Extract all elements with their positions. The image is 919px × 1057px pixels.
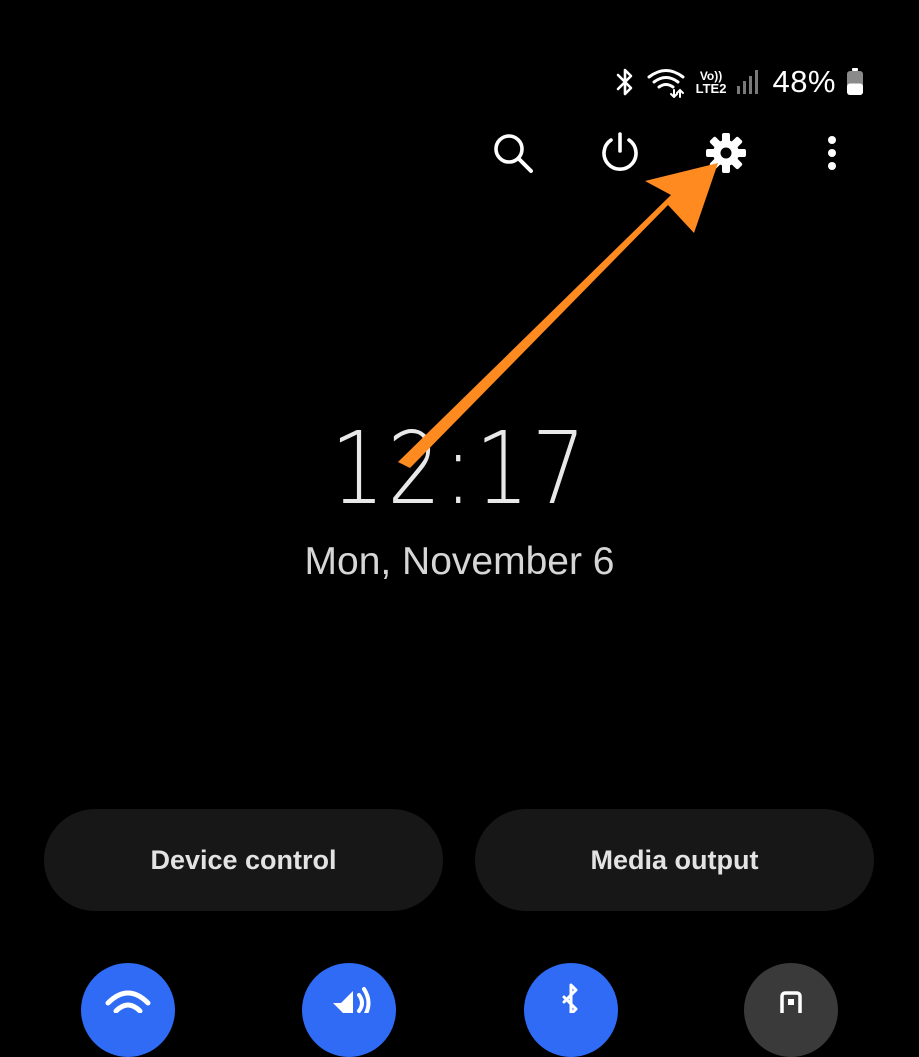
battery-percentage: 48% (772, 64, 836, 99)
device-control-button[interactable]: Device control (44, 809, 443, 911)
bluetooth-icon (614, 67, 636, 97)
signal-icon (736, 68, 759, 96)
settings-button[interactable] (701, 128, 751, 178)
sound-toggle[interactable] (302, 963, 396, 1057)
media-output-button[interactable]: Media output (475, 809, 874, 911)
gear-icon (706, 133, 746, 173)
power-icon (602, 132, 638, 171)
more-options-button[interactable] (807, 128, 857, 178)
lte-label: LTE2 (695, 80, 727, 96)
wifi-icon (105, 990, 151, 1013)
wifi-toggle[interactable] (81, 963, 175, 1057)
sound-icon (333, 987, 371, 1013)
clock-date: Mon, November 6 (304, 540, 615, 583)
battery-icon (846, 67, 864, 97)
search-button[interactable] (488, 128, 538, 178)
power-button[interactable] (595, 128, 645, 178)
status-bar: Vo)) LTE2 48% (614, 60, 864, 104)
volte-label: Vo)) (699, 68, 723, 83)
quick-settings-actions (480, 128, 870, 178)
volte-lte-icon: Vo)) LTE2 (696, 70, 727, 95)
bluetooth-toggle[interactable] (524, 963, 618, 1057)
lock-rotation-icon (780, 991, 802, 1013)
search-icon (494, 134, 533, 173)
clock-time: 12:17 (330, 410, 589, 527)
more-vertical-icon (828, 136, 836, 170)
lock-rotation-toggle[interactable] (744, 963, 838, 1057)
wifi-icon (646, 66, 686, 98)
bluetooth-icon (562, 983, 578, 1013)
